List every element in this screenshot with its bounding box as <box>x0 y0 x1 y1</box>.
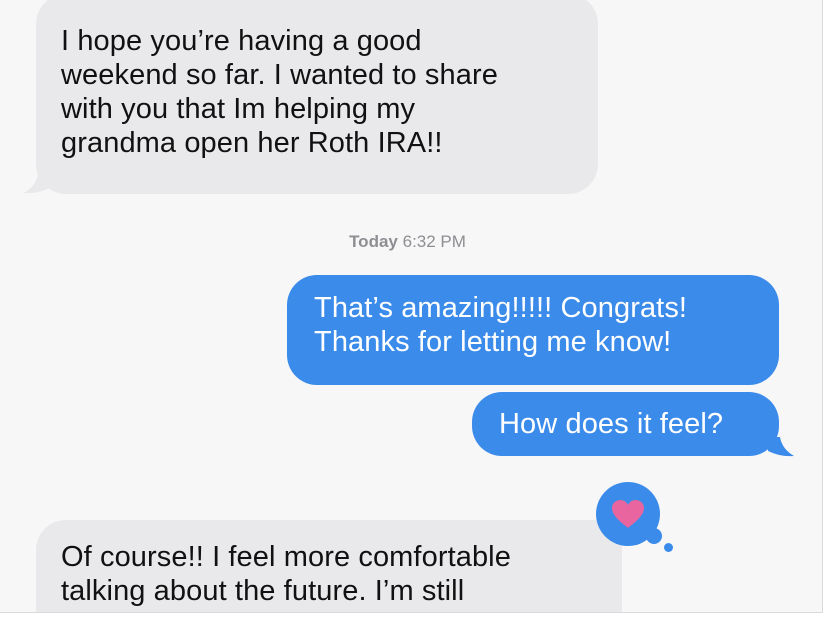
message-text-line: That’s amazing!!!!! Congrats! <box>314 292 688 324</box>
message-text-line: grandma open her Roth IRA!! <box>61 127 443 159</box>
message-text-line: How does it feel? <box>499 408 724 440</box>
messages-thread[interactable]: I hope you’re having a good weekend so f… <box>0 0 823 613</box>
message-text-line: I hope you’re having a good <box>61 25 422 57</box>
message-text-line: talking about the future. I’m still <box>61 575 465 607</box>
reaction-tail-dot <box>646 528 662 544</box>
timestamp: Today 6:32 PM <box>0 232 815 252</box>
message-text-line: with you that Im helping my <box>61 93 416 125</box>
incoming-message-bubble[interactable]: I hope you’re having a good weekend so f… <box>36 0 598 194</box>
outgoing-message-bubble[interactable]: That’s amazing!!!!! Congrats! Thanks for… <box>287 275 779 385</box>
outgoing-message-bubble[interactable]: How does it feel? <box>472 392 779 456</box>
bubble-tail <box>768 437 794 457</box>
message-text-line: weekend so far. I wanted to share <box>61 59 498 91</box>
heart-icon <box>612 500 644 528</box>
message-text-line: Of course!! I feel more comfortable <box>61 541 511 573</box>
message-text-line: Thanks for letting me know! <box>314 326 672 358</box>
incoming-message-bubble[interactable]: Of course!! I feel more comfortable talk… <box>36 520 622 612</box>
reaction-tail-dot <box>664 543 673 552</box>
timestamp-time: 6:32 PM <box>402 232 466 251</box>
timestamp-day: Today <box>349 232 398 251</box>
bubble-tail <box>24 174 50 194</box>
